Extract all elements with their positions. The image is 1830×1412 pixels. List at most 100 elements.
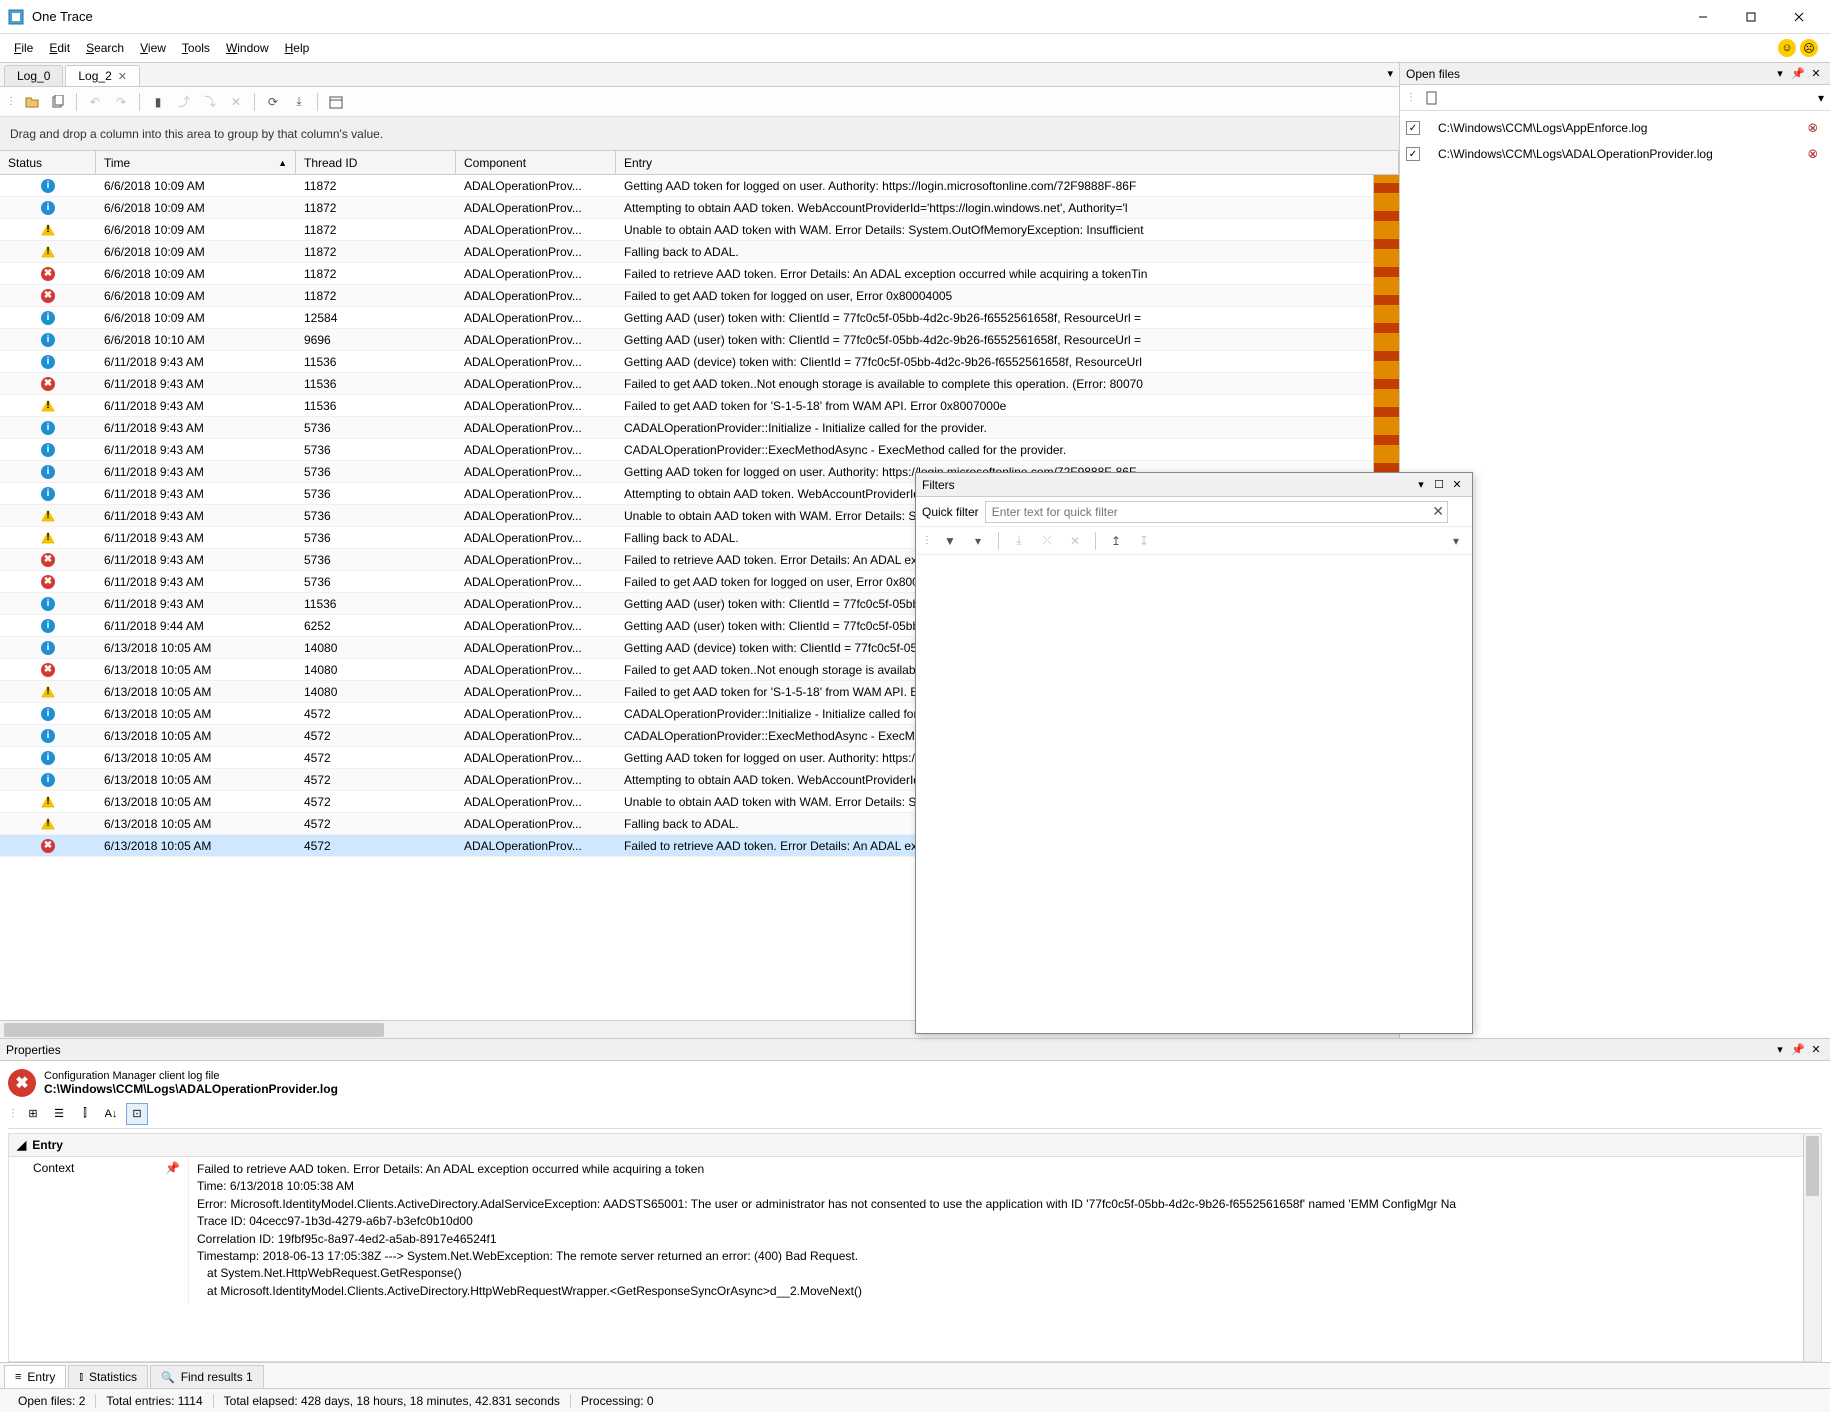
filters-titlebar[interactable]: Filters ▾ ☐ ✕ <box>916 473 1472 497</box>
file-path: C:\Windows\CCM\Logs\ADALOperationProvide… <box>1428 147 1800 161</box>
cell-thread: 5736 <box>296 575 456 589</box>
vscroll-thumb[interactable] <box>1806 1136 1819 1196</box>
auto-scroll-icon[interactable]: ⤓ <box>289 92 309 112</box>
collapse-icon[interactable]: ◢ <box>17 1138 26 1152</box>
prop-view1-icon[interactable]: ⊞ <box>22 1103 44 1125</box>
bookmark-icon[interactable]: ▮ <box>148 92 168 112</box>
err-icon: ✖ <box>41 663 55 677</box>
column-time[interactable]: Time▲ <box>96 151 296 174</box>
prop-sort-icon[interactable]: A↓ <box>100 1103 122 1125</box>
menu-file[interactable]: File <box>6 37 41 59</box>
table-row[interactable]: i6/6/2018 10:09 AM12584ADALOperationProv… <box>0 307 1399 329</box>
pin-small-icon[interactable]: 📌 <box>165 1161 180 1175</box>
add-file-icon[interactable] <box>1422 88 1442 108</box>
file-checkbox[interactable]: ✓ <box>1406 147 1420 161</box>
cell-entry: Getting AAD (user) token with: ClientId … <box>616 311 1399 325</box>
table-row[interactable]: i6/6/2018 10:10 AM9696ADALOperationProv.… <box>0 329 1399 351</box>
table-row[interactable]: i6/11/2018 9:43 AM5736ADALOperationProv.… <box>0 439 1399 461</box>
remove-file-icon[interactable]: ⮿ <box>1808 147 1824 162</box>
properties-toolbar: ⋮ ⊞ ☰ ⫿ A↓ ⊡ <box>8 1103 1822 1129</box>
warn-icon: ! <box>41 818 55 830</box>
funnel-icon[interactable]: ▼ <box>940 531 960 551</box>
table-row[interactable]: i6/11/2018 9:43 AM11536ADALOperationProv… <box>0 351 1399 373</box>
cell-time: 6/13/2018 10:05 AM <box>96 641 296 655</box>
copy-icon[interactable] <box>48 92 68 112</box>
tabs-overflow-icon[interactable]: ▾ <box>1387 67 1393 80</box>
table-row[interactable]: i6/6/2018 10:09 AM11872ADALOperationProv… <box>0 197 1399 219</box>
minimize-button[interactable] <box>1680 2 1726 32</box>
close-button[interactable] <box>1776 2 1822 32</box>
table-row[interactable]: ✖6/6/2018 10:09 AM11872ADALOperationProv… <box>0 263 1399 285</box>
column-status[interactable]: Status <box>0 151 96 174</box>
table-row[interactable]: i6/6/2018 10:09 AM11872ADALOperationProv… <box>0 175 1399 197</box>
cell-component: ADALOperationProv... <box>456 597 616 611</box>
menu-window[interactable]: Window <box>218 37 277 59</box>
refresh-icon[interactable]: ⟳ <box>263 92 283 112</box>
cell-thread: 4572 <box>296 817 456 831</box>
file-row[interactable]: ✓C:\Windows\CCM\Logs\AppEnforce.log⮿ <box>1406 115 1824 141</box>
properties-tab[interactable]: ≡Entry <box>4 1365 66 1388</box>
panel-pin-icon[interactable]: 📌 <box>1790 66 1806 82</box>
panel-menu-icon[interactable]: ▾ <box>1772 1042 1788 1058</box>
filters-window[interactable]: Filters ▾ ☐ ✕ Quick filter ✕ ⋮ ▼ ▾ ⤓ ⤫ ✕… <box>915 472 1473 1034</box>
toolbar-overflow-icon[interactable]: ▾ <box>1818 91 1824 105</box>
column-thread[interactable]: Thread ID <box>296 151 456 174</box>
close-tab-icon[interactable]: ✕ <box>118 70 127 83</box>
properties-vscroll[interactable] <box>1803 1134 1821 1361</box>
info-icon: i <box>41 443 55 457</box>
quick-filter-input[interactable] <box>985 501 1449 523</box>
filters-menu-icon[interactable]: ▾ <box>1412 476 1430 494</box>
menu-bar: FileEditSearchViewToolsWindowHelp ☺ ☹ <box>0 34 1830 62</box>
remove-filter-icon: ⤫ <box>1037 531 1057 551</box>
properties-tab[interactable]: ⫾Statistics <box>68 1365 148 1388</box>
open-files-toolbar: ⋮ ▾ <box>1400 85 1830 111</box>
menu-tools[interactable]: Tools <box>174 37 218 59</box>
log-tab[interactable]: Log_0 <box>4 65 63 86</box>
context-value[interactable]: Failed to retrieve AAD token. Error Deta… <box>189 1157 1821 1304</box>
table-row[interactable]: !6/6/2018 10:09 AM11872ADALOperationProv… <box>0 241 1399 263</box>
remove-file-icon[interactable]: ⮿ <box>1808 121 1824 136</box>
table-row[interactable]: !6/6/2018 10:09 AM11872ADALOperationProv… <box>0 219 1399 241</box>
filters-maximize-icon[interactable]: ☐ <box>1430 476 1448 494</box>
info-icon: i <box>41 421 55 435</box>
column-entry[interactable]: Entry <box>616 151 1399 174</box>
properties-tab[interactable]: 🔍Find results 1 <box>150 1365 264 1388</box>
filter-up-icon[interactable]: ↥ <box>1106 531 1126 551</box>
panel-pin-icon[interactable]: 📌 <box>1790 1042 1806 1058</box>
table-row[interactable]: i6/11/2018 9:43 AM5736ADALOperationProv.… <box>0 417 1399 439</box>
panel-close-icon[interactable]: ✕ <box>1808 66 1824 82</box>
filters-overflow-icon[interactable]: ▾ <box>1446 531 1466 551</box>
funnel-dropdown-icon[interactable]: ▾ <box>968 531 988 551</box>
feedback-sad-icon[interactable]: ☹ <box>1800 39 1818 57</box>
file-row[interactable]: ✓ C:\Windows\CCM\Logs\ADALOperationProvid… <box>1406 141 1824 167</box>
group-bar[interactable]: Drag and drop a column into this area to… <box>0 117 1399 151</box>
prop-view3-icon[interactable]: ⫿ <box>74 1103 96 1125</box>
prop-view2-icon[interactable]: ☰ <box>48 1103 70 1125</box>
prop-view5-icon[interactable]: ⊡ <box>126 1103 148 1125</box>
clear-filter-icon[interactable]: ✕ <box>1432 503 1444 520</box>
scroll-thumb[interactable] <box>4 1023 384 1037</box>
column-component[interactable]: Component <box>456 151 616 174</box>
table-row[interactable]: ✖6/11/2018 9:43 AM11536ADALOperationProv… <box>0 373 1399 395</box>
table-row[interactable]: !6/11/2018 9:43 AM11536ADALOperationProv… <box>0 395 1399 417</box>
file-checkbox[interactable]: ✓ <box>1406 121 1420 135</box>
menu-edit[interactable]: Edit <box>41 37 78 59</box>
app-icon <box>8 9 24 25</box>
cell-time: 6/11/2018 9:43 AM <box>96 575 296 589</box>
maximize-button[interactable] <box>1728 2 1774 32</box>
properties-entry-head[interactable]: ◢Entry <box>9 1134 1821 1157</box>
status-processing: Processing: 0 <box>571 1394 664 1408</box>
filters-close-icon[interactable]: ✕ <box>1448 476 1466 494</box>
panel-close-icon[interactable]: ✕ <box>1808 1042 1824 1058</box>
open-file-icon[interactable] <box>22 92 42 112</box>
calendar-icon[interactable] <box>326 92 346 112</box>
menu-view[interactable]: View <box>132 37 174 59</box>
table-row[interactable]: ✖6/6/2018 10:09 AM11872ADALOperationProv… <box>0 285 1399 307</box>
menu-search[interactable]: Search <box>78 37 132 59</box>
menu-help[interactable]: Help <box>277 37 318 59</box>
log-tab[interactable]: Log_2✕ <box>65 65 140 86</box>
feedback-happy-icon[interactable]: ☺ <box>1778 39 1796 57</box>
apply-filter-icon: ⤓ <box>1009 531 1029 551</box>
panel-menu-icon[interactable]: ▾ <box>1772 66 1788 82</box>
cell-thread: 4572 <box>296 795 456 809</box>
